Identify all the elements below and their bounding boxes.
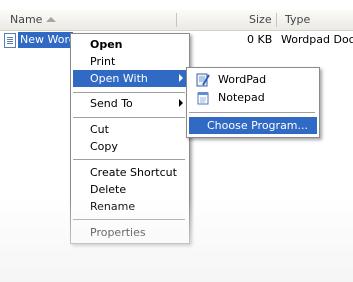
menu-item-send-to-label: Send To — [90, 97, 133, 110]
file-type: Wordpad Document — [281, 33, 353, 46]
chevron-right-icon — [179, 74, 183, 82]
menu-item-copy[interactable]: Copy — [73, 138, 187, 155]
column-name-label: Name — [10, 13, 43, 26]
column-size-header[interactable]: Size — [249, 10, 272, 30]
menu-item-open[interactable]: Open — [73, 36, 187, 53]
column-divider[interactable] — [176, 13, 177, 27]
context-menu: Open Print Open With Send To Cut Copy Cr… — [70, 33, 190, 244]
menu-item-send-to[interactable]: Send To — [73, 95, 187, 112]
explorer-file-list: Name Size Type New WordPad Document 0 KB… — [0, 0, 353, 282]
wordpad-icon — [196, 73, 210, 87]
menu-item-notepad-label: Notepad — [218, 91, 265, 104]
menu-item-create-shortcut[interactable]: Create Shortcut — [73, 164, 187, 181]
menu-item-rename[interactable]: Rename — [73, 198, 187, 215]
menu-separator — [73, 219, 185, 220]
menu-separator — [73, 92, 185, 93]
menu-item-wordpad[interactable]: WordPad — [189, 71, 317, 88]
column-name-header[interactable]: Name — [10, 10, 42, 30]
menu-separator — [73, 117, 185, 118]
menu-item-open-with-label: Open With — [90, 72, 148, 85]
open-with-submenu: WordPad Notepad Choose Program... — [186, 67, 320, 138]
menu-item-notepad[interactable]: Notepad — [189, 89, 317, 106]
column-divider[interactable] — [276, 13, 277, 27]
menu-item-print[interactable]: Print — [73, 53, 187, 70]
column-header-bar: Name Size Type — [0, 10, 353, 31]
menu-separator — [73, 159, 185, 160]
sort-ascending-icon — [46, 17, 56, 22]
column-type-label: Type — [285, 13, 311, 26]
chevron-right-icon — [179, 99, 183, 107]
file-name-selected[interactable]: New WordPad Document — [18, 32, 73, 48]
menu-item-cut[interactable]: Cut — [73, 121, 187, 138]
wordpad-document-icon[interactable] — [4, 33, 16, 48]
menu-separator — [189, 112, 315, 113]
menu-item-delete[interactable]: Delete — [73, 181, 187, 198]
menu-item-wordpad-label: WordPad — [218, 73, 267, 86]
notepad-icon — [197, 92, 209, 105]
menu-item-choose-program[interactable]: Choose Program... — [189, 117, 317, 134]
menu-item-open-with[interactable]: Open With — [73, 70, 187, 87]
column-type-header[interactable]: Type — [285, 10, 310, 30]
file-size: 0 KB — [247, 33, 273, 46]
menu-item-choose-program-label: Choose Program... — [207, 119, 309, 132]
column-size-label: Size — [249, 13, 272, 26]
menu-item-properties[interactable]: Properties — [73, 224, 187, 241]
